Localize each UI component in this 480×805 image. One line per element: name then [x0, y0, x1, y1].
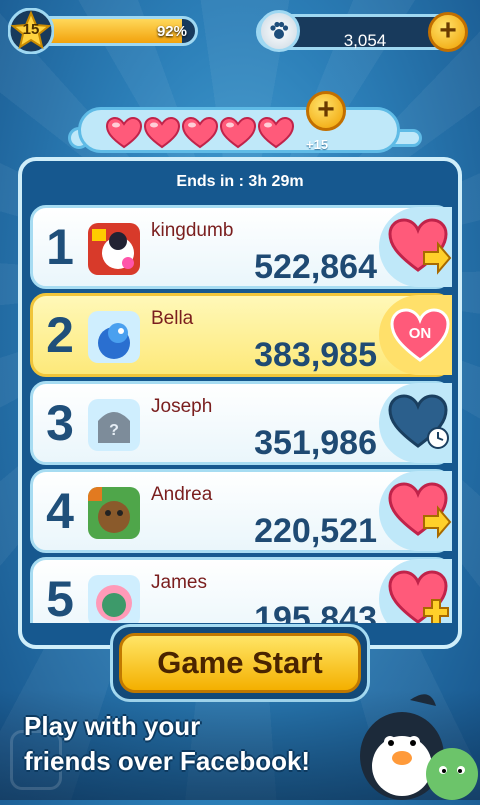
promo-line-2: friends over Facebook!	[24, 746, 311, 776]
mascot-characters	[340, 676, 480, 800]
leaderboard-row: 5 James 195,843	[30, 557, 452, 623]
leaderboard-row: 1 kingdumb 522,864	[30, 205, 452, 289]
invite-heart-button[interactable]	[379, 559, 452, 623]
rank-number: 2	[46, 307, 74, 363]
player-name: Joseph	[151, 396, 213, 417]
hearts-row	[105, 116, 295, 149]
heart-icon	[219, 116, 257, 149]
heart-on-button[interactable]: ON	[379, 295, 452, 375]
player-name: Andrea	[151, 484, 213, 505]
avatar: ?	[88, 399, 140, 451]
leaderboard-row: 4 Andrea 220,521	[30, 469, 452, 553]
heart-on-label: ON	[409, 325, 432, 342]
xp-percent: 92%	[156, 23, 187, 40]
ends-in-timer: Ends in : 3h 29m	[176, 173, 304, 190]
rank-number: 1	[46, 219, 74, 275]
heart-icon	[181, 116, 219, 149]
buy-hearts-button[interactable]: +	[306, 91, 346, 131]
rank-number: 5	[46, 571, 74, 623]
send-heart-icon	[388, 218, 452, 275]
leaderboard-list[interactable]: 1 kingdumb 522,864 2 Bella 383,985 ON 3 …	[30, 205, 452, 623]
game-start-label: Game Start	[157, 645, 323, 680]
leaderboard-row-self: 2 Bella 383,985 ON	[30, 293, 452, 377]
paw-icon	[258, 10, 300, 52]
facebook-promo-text: Play with your friends over Facebook!	[24, 709, 310, 779]
player-score: 383,985	[254, 336, 377, 374]
heart-bonus: +15	[306, 137, 329, 152]
player-score: 522,864	[254, 248, 377, 286]
rank-number: 4	[46, 483, 74, 539]
player-score: 351,986	[254, 424, 377, 462]
send-heart-icon	[388, 482, 452, 539]
avatar	[88, 223, 140, 275]
level-number: 15	[22, 21, 40, 38]
leaderboard-row: 3 ? Joseph 351,986	[30, 381, 452, 465]
invite-heart-icon	[388, 570, 449, 623]
currency-amount: 3,054	[343, 31, 387, 50]
send-heart-button[interactable]	[379, 207, 452, 287]
promo-line-1: Play with your	[24, 711, 201, 741]
buy-currency-button[interactable]: +	[428, 12, 468, 52]
heart-icon	[257, 116, 295, 149]
xp-progress: 92% 15	[8, 8, 198, 54]
heart-cooldown-button[interactable]	[379, 383, 452, 463]
heart-icon	[105, 116, 143, 149]
player-name: James	[151, 572, 207, 593]
level-star-icon: 15	[8, 8, 54, 54]
heart-icon	[143, 116, 181, 149]
avatar	[88, 487, 140, 539]
hearts-ribbon: + +15	[68, 91, 422, 158]
game-start-button[interactable]: Game Start	[119, 633, 361, 693]
xp-track: 92%	[30, 16, 198, 46]
heart-on-icon: ON	[390, 308, 450, 362]
leaderboard-panel: Ends in : 3h 29m 1 kingdumb 522,864 2 Be…	[18, 157, 462, 649]
player-name: Bella	[151, 308, 194, 329]
player-score: 195,843	[254, 600, 377, 623]
heart-cooldown-icon	[388, 394, 449, 449]
avatar	[88, 311, 140, 363]
svg-text:?: ?	[109, 422, 119, 439]
rank-number: 3	[46, 395, 74, 451]
send-heart-button[interactable]	[379, 471, 452, 551]
avatar	[88, 575, 140, 623]
player-score: 220,521	[254, 512, 377, 550]
player-name: kingdumb	[151, 220, 234, 241]
currency-counter: 3,054 +	[256, 8, 470, 54]
